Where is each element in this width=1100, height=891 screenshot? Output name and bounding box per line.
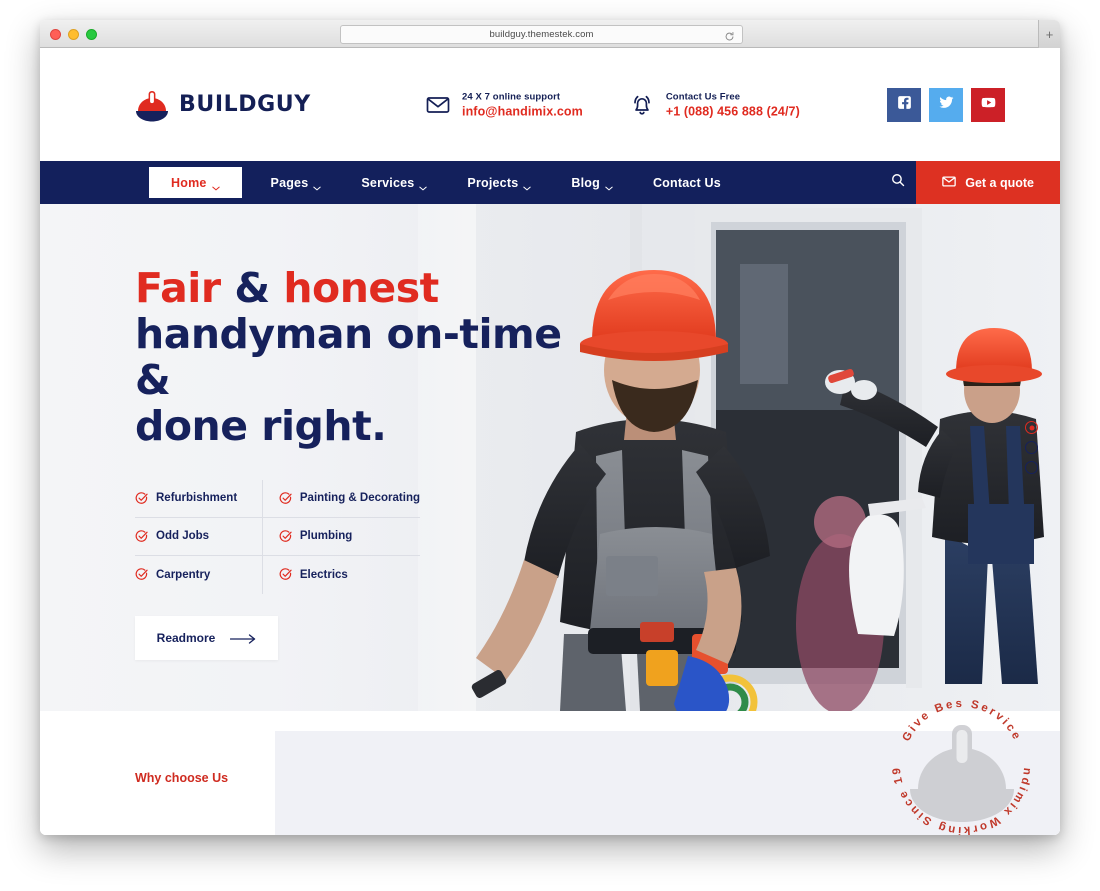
search-icon (891, 173, 905, 192)
nav-item-label: Blog (571, 175, 600, 190)
window-traffic-lights (50, 20, 97, 48)
nav-item-label: Contact Us (652, 175, 721, 190)
service-item-refurbishment[interactable]: Refurbishment (135, 480, 262, 518)
nav-item-label: Projects (467, 175, 519, 190)
maximize-window-button[interactable] (86, 28, 97, 40)
chevron-down-icon (523, 180, 532, 191)
check-circle-icon (279, 568, 292, 581)
headline-word-honest: honest (283, 264, 439, 312)
youtube-icon (981, 95, 996, 115)
nav-item-label: Pages (270, 175, 309, 190)
hero-slider-dots (1025, 421, 1038, 474)
nav-items: Home Pages Services Projects Blog Contac… (140, 161, 741, 204)
hero-headline: Fair & honest handyman on-time & done ri… (135, 264, 605, 450)
hero-slider-dot-1[interactable] (1025, 421, 1038, 434)
minimize-window-button[interactable] (68, 28, 79, 40)
nav-item-blog[interactable]: Blog (551, 161, 633, 204)
nav-item-contact-us[interactable]: Contact Us (633, 161, 741, 204)
contact-email-block[interactable]: 24 X 7 online support info@handimix.com (425, 91, 583, 118)
get-a-quote-label: Get a quote (965, 175, 1034, 190)
why-choose-us-section: Why choose Us Give Bes Service ndimix Wo… (40, 685, 1060, 835)
service-label: Carpentry (156, 568, 211, 581)
nav-item-label: Home (171, 175, 207, 190)
contact-phone-block[interactable]: Contact Us Free +1 (088) 456 888 (24/7) (629, 91, 800, 118)
service-item-odd-jobs[interactable]: Odd Jobs (135, 518, 262, 556)
check-circle-icon (279, 529, 292, 543)
check-circle-icon (135, 568, 148, 581)
browser-window: buildguy.themestek.com + BUILDGUY 24 X 7… (40, 20, 1060, 835)
main-navigation: Home Pages Services Projects Blog Contac… (40, 161, 1060, 204)
nav-item-pages[interactable]: Pages (251, 161, 342, 204)
contact-email-label: 24 X 7 online support (462, 91, 561, 102)
page-viewport: BUILDGUY 24 X 7 online support info@hand… (40, 48, 1060, 835)
new-tab-button[interactable]: + (1038, 20, 1060, 48)
chevron-down-icon (313, 180, 322, 191)
youtube-link[interactable] (971, 87, 1005, 122)
header-contact-group: 24 X 7 online support info@handimix.com (425, 91, 800, 118)
service-item-electrics[interactable]: Electrics (261, 555, 420, 594)
envelope-icon (942, 175, 957, 190)
contact-phone-value: +1 (088) 456 888 (24/7) (665, 104, 800, 118)
hero-slider: Fair & honest handyman on-time & done ri… (40, 204, 1060, 711)
hero-slider-dot-2[interactable] (1025, 441, 1038, 454)
service-item-plumbing[interactable]: Plumbing (261, 517, 420, 556)
check-circle-icon (135, 491, 148, 505)
headline-ampersand: & (220, 264, 284, 312)
address-bar[interactable]: buildguy.themestek.com (340, 25, 743, 44)
get-a-quote-button[interactable]: Get a quote (916, 161, 1060, 204)
company-badge: Give Bes Service Handimix Working Since … (882, 685, 1042, 835)
facebook-link[interactable] (887, 87, 921, 122)
service-label: Odd Jobs (156, 530, 210, 543)
hardhat-logo-icon (135, 86, 169, 124)
service-item-carpentry[interactable]: Carpentry (135, 556, 262, 594)
site-logo[interactable]: BUILDGUY (135, 86, 311, 124)
screenshot-root: buildguy.themestek.com + BUILDGUY 24 X 7… (0, 0, 1100, 891)
hero-content: Fair & honest handyman on-time & done ri… (135, 264, 605, 660)
header-social-links (887, 87, 1005, 122)
close-window-button[interactable] (50, 28, 61, 40)
twitter-icon (938, 95, 954, 115)
service-label: Refurbishment (156, 492, 238, 505)
twitter-link[interactable] (929, 87, 963, 122)
section-label: Why choose Us (135, 771, 229, 785)
envelope-icon (425, 92, 451, 118)
service-item-painting-decorating[interactable]: Painting & Decorating (261, 479, 420, 518)
service-label: Electrics (299, 568, 348, 581)
service-label: Plumbing (299, 530, 353, 543)
logo-text: BUILDGUY (179, 92, 311, 117)
hero-slider-dot-3[interactable] (1025, 461, 1038, 474)
hardhat-badge-icon (910, 725, 1014, 822)
nav-right-actions: Get a quote (880, 161, 1060, 204)
url-text: buildguy.themestek.com (489, 29, 594, 40)
check-circle-icon (279, 491, 292, 505)
contact-phone-label: Contact Us Free (665, 91, 741, 102)
facebook-icon (897, 95, 912, 115)
chevron-down-icon (419, 180, 428, 191)
chevron-down-icon (211, 180, 220, 191)
chevron-down-icon (605, 180, 613, 191)
headline-line2: handyman on-time & (135, 309, 562, 404)
arrow-right-icon (230, 633, 256, 644)
hero-service-list: Refurbishment Painting & Decorating Odd … (135, 479, 420, 594)
headline-line3: done right. (135, 401, 387, 450)
browser-titlebar: buildguy.themestek.com + (40, 20, 1060, 48)
check-circle-icon (135, 529, 148, 543)
nav-item-projects[interactable]: Projects (447, 161, 551, 204)
site-header: BUILDGUY 24 X 7 online support info@hand… (40, 48, 1060, 161)
reload-icon[interactable] (724, 29, 735, 41)
readmore-label: Readmore (156, 630, 216, 645)
headline-word-fair: Fair (135, 264, 221, 312)
bell-icon (629, 92, 655, 118)
nav-item-services[interactable]: Services (341, 161, 447, 204)
service-label: Painting & Decorating (299, 492, 420, 505)
nav-item-label: Services (361, 175, 415, 190)
contact-email-value: info@handimix.com (462, 104, 583, 118)
nav-item-home[interactable]: Home (149, 167, 242, 198)
search-button[interactable] (880, 161, 916, 204)
readmore-button[interactable]: Readmore (135, 615, 278, 660)
